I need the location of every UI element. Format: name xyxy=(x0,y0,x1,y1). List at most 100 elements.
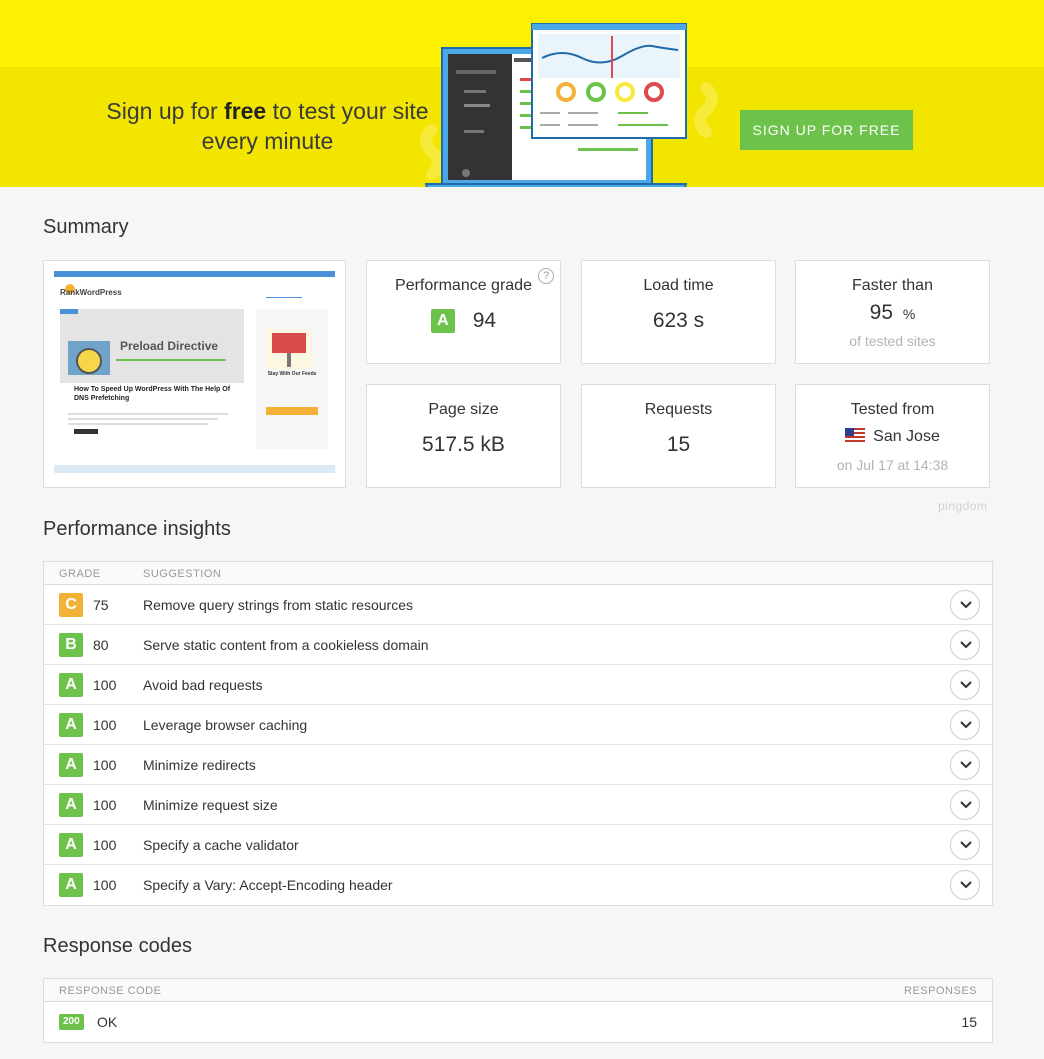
insight-row[interactable]: A 100 Specify a Vary: Accept-Encoding head… xyxy=(44,865,992,905)
insight-score: 100 xyxy=(93,837,117,853)
pingdom-logo: pingdom xyxy=(938,499,988,513)
insight-row[interactable]: B 80 Serve static content from a cookieles… xyxy=(44,625,992,665)
insight-suggestion: Minimize request size xyxy=(143,797,278,813)
insights-table: GRADE SUGGESTION C 75 Remove query strings… xyxy=(43,561,993,906)
performance-grade-value-wrap: A 94 xyxy=(367,309,560,334)
thumbnail-article-title: How To Speed Up WordPress With The Help … xyxy=(74,386,231,402)
performance-grade-label: Performance grade xyxy=(395,277,532,294)
response-count: 15 xyxy=(961,1014,977,1030)
responses-column-header: RESPONSES xyxy=(904,985,977,997)
expand-button[interactable] xyxy=(950,710,980,740)
load-time-value: 623 s xyxy=(652,309,705,332)
insight-suggestion: Specify a cache validator xyxy=(143,837,299,853)
grade-badge: A xyxy=(430,309,455,334)
grade-badge: C xyxy=(59,593,83,617)
expand-button[interactable] xyxy=(950,750,980,780)
chevron-down-icon xyxy=(960,881,972,889)
insight-suggestion: Minimize redirects xyxy=(143,757,256,773)
insight-score: 100 xyxy=(93,877,117,893)
requests-value: 15 xyxy=(666,433,691,456)
sign-up-button[interactable]: SIGN UP FOR FREE xyxy=(740,110,913,150)
insight-score: 80 xyxy=(93,637,109,653)
page-size-value: 517.5 kB xyxy=(422,433,505,456)
load-time-card: Load time 623 s xyxy=(581,260,776,364)
chevron-down-icon xyxy=(960,721,972,729)
response-code-row: 200 OK 15 xyxy=(44,1002,992,1042)
expand-button[interactable] xyxy=(950,790,980,820)
grade-badge: B xyxy=(59,633,83,657)
thumbnail-logo: RankWordPress xyxy=(60,288,122,297)
help-icon[interactable]: ? xyxy=(538,268,554,284)
grade-badge: A xyxy=(59,713,83,737)
suggestion-column-header: SUGGESTION xyxy=(143,568,222,580)
response-codes-title: Response codes xyxy=(43,935,192,957)
insight-suggestion: Leverage browser caching xyxy=(143,717,308,733)
insight-score: 100 xyxy=(93,797,117,813)
banner-headline: Sign up for free to test your site every… xyxy=(106,98,429,154)
expand-button[interactable] xyxy=(950,590,980,620)
tested-from-card: Tested from San Jose on Jul 17 at 14:38 xyxy=(795,384,990,488)
tested-from-label: Tested from xyxy=(850,401,935,418)
insight-score: 75 xyxy=(93,597,109,613)
page-size-label: Page size xyxy=(428,401,499,418)
chevron-down-icon xyxy=(960,761,972,769)
response-codes-header: RESPONSE CODE RESPONSES xyxy=(44,979,992,1002)
insight-row[interactable]: A 100 Avoid bad requests xyxy=(44,665,992,705)
thumbnail-image-title: Preload Directive xyxy=(120,339,219,353)
requests-card: Requests 15 xyxy=(581,384,776,488)
response-code-column-header: RESPONSE CODE xyxy=(59,985,162,997)
faster-than-label: Faster than xyxy=(852,277,933,294)
expand-button[interactable] xyxy=(950,670,980,700)
grade-badge: A xyxy=(59,753,83,777)
insight-suggestion: Serve static content from a cookieless d… xyxy=(143,637,429,653)
promo-banner: Sign up for free to test your site every… xyxy=(0,0,1044,187)
expand-button[interactable] xyxy=(950,830,980,860)
grade-column-header: GRADE xyxy=(59,568,101,580)
chevron-down-icon xyxy=(960,601,972,609)
insight-row[interactable]: A 100 Leverage browser caching xyxy=(44,705,992,745)
grade-badge: A xyxy=(59,673,83,697)
chevron-down-icon xyxy=(960,641,972,649)
faster-than-card: Faster than 95 % of tested sites xyxy=(795,260,990,364)
response-code-badge: 200 xyxy=(59,1014,84,1030)
response-code-label: OK xyxy=(97,1014,118,1030)
grade-badge: A xyxy=(59,793,83,817)
performance-score: 94 xyxy=(472,309,497,333)
thumbnail-sidebar-title: Stay With Our Feeds xyxy=(267,371,317,377)
insight-row[interactable]: A 100 Minimize redirects xyxy=(44,745,992,785)
insight-row[interactable]: A 100 Minimize request size xyxy=(44,785,992,825)
insight-score: 100 xyxy=(93,757,117,773)
grade-badge: A xyxy=(59,833,83,857)
tested-from-date: on Jul 17 at 14:38 xyxy=(836,457,949,473)
faster-than-unit: % xyxy=(902,306,916,322)
grade-badge: A xyxy=(59,873,83,897)
insight-suggestion: Remove query strings from static resourc… xyxy=(143,597,413,613)
insight-score: 100 xyxy=(93,717,117,733)
insights-table-header: GRADE SUGGESTION xyxy=(44,562,992,585)
requests-label: Requests xyxy=(644,401,713,418)
faster-than-value-wrap: 95 % xyxy=(796,301,989,325)
insight-suggestion: Specify a Vary: Accept-Encoding header xyxy=(143,877,393,893)
expand-button[interactable] xyxy=(950,630,980,660)
load-time-label: Load time xyxy=(643,277,714,294)
expand-button[interactable] xyxy=(950,870,980,900)
insight-row[interactable]: A 100 Specify a cache validator xyxy=(44,825,992,865)
chevron-down-icon xyxy=(960,681,972,689)
insights-title: Performance insights xyxy=(43,518,231,540)
us-flag-icon xyxy=(845,428,866,442)
insight-score: 100 xyxy=(93,677,117,693)
chevron-down-icon xyxy=(960,801,972,809)
faster-than-value: 95 xyxy=(869,301,894,324)
laptop-illustration-icon xyxy=(420,23,718,187)
banner-headline-bold: free xyxy=(224,98,267,124)
summary-title: Summary xyxy=(43,216,129,238)
page-screenshot-thumbnail: RankWordPress Preload Directive How To S… xyxy=(43,260,346,488)
performance-grade-card: Performance grade ? A 94 xyxy=(366,260,561,364)
insight-suggestion: Avoid bad requests xyxy=(143,677,263,693)
page-size-card: Page size 517.5 kB xyxy=(366,384,561,488)
chevron-down-icon xyxy=(960,841,972,849)
tested-from-location-wrap: San Jose xyxy=(796,428,989,446)
tested-from-location: San Jose xyxy=(873,428,940,445)
insight-row[interactable]: C 75 Remove query strings from static reso… xyxy=(44,585,992,625)
insights-rows: C 75 Remove query strings from static reso… xyxy=(44,585,992,905)
